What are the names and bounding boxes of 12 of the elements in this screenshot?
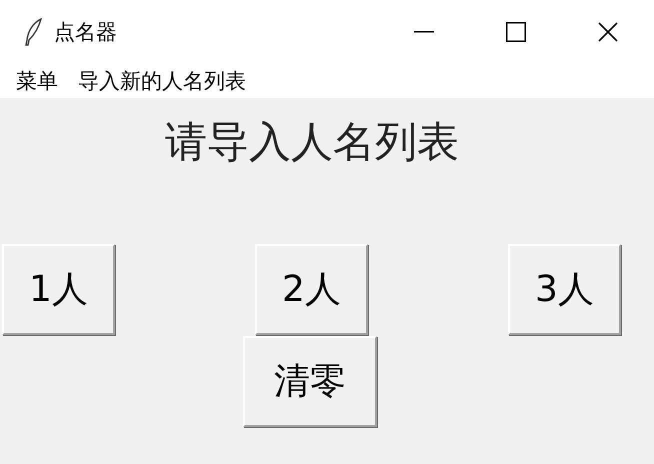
menu-item[interactable]: 菜单 bbox=[8, 67, 66, 95]
maximize-icon[interactable] bbox=[506, 22, 526, 42]
feather-icon bbox=[24, 18, 44, 46]
count-button[interactable]: 1人 bbox=[2, 244, 115, 335]
count-button[interactable]: 3人 bbox=[508, 244, 621, 335]
heading: 请导入人名列表 bbox=[164, 116, 460, 168]
count-button[interactable]: 2人 bbox=[255, 244, 368, 335]
close-icon[interactable] bbox=[598, 22, 618, 42]
menu-item[interactable]: 导入新的人名列表 bbox=[70, 67, 254, 95]
minimize-icon[interactable] bbox=[414, 31, 434, 33]
clear-button[interactable]: 清零 bbox=[243, 336, 377, 427]
window-title: 点名器 bbox=[54, 19, 118, 46]
